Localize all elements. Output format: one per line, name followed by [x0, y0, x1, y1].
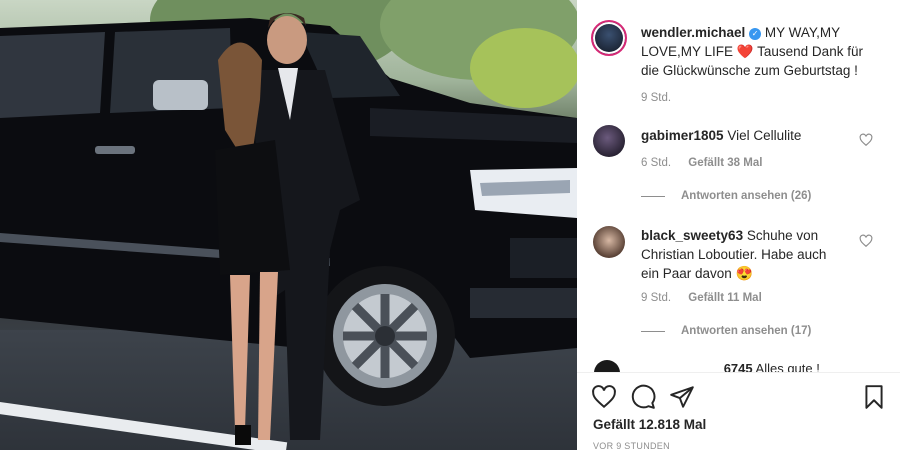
comment-2-username[interactable]: black_sweety63 [641, 228, 743, 243]
comment-2-time: 9 Std. [641, 292, 672, 304]
comment-1-view-replies[interactable]: Antworten ansehen (26) [641, 190, 811, 202]
commenter-avatar[interactable] [593, 226, 625, 258]
couple-figures [215, 13, 360, 445]
partial-comment-username[interactable]: ___6745 [702, 361, 753, 372]
heart-eyes-emoji: 😍 [735, 265, 754, 281]
commenter-avatar[interactable] [594, 360, 620, 372]
replies-divider-line [641, 330, 665, 332]
author-avatar[interactable] [591, 20, 627, 56]
replies-divider-line [641, 195, 665, 197]
speech-bubble-icon[interactable] [630, 384, 656, 410]
post-action-bar [577, 384, 900, 410]
comment-1-time: 6 Std. [641, 157, 672, 169]
verified-icon: ✓ [749, 28, 762, 40]
red-heart-emoji: ❤️ [736, 44, 754, 59]
post-like-count[interactable]: Gefällt 12.818 Mal [593, 417, 706, 432]
post-timestamp: VOR 9 STUNDEN [593, 441, 670, 450]
comment-2-replies-label[interactable]: Antworten ansehen (17) [681, 325, 811, 337]
comment-2-meta: 9 Std. Gefällt 11 Mal [641, 292, 776, 304]
paper-plane-icon[interactable] [669, 384, 695, 410]
post-time-label: 9 Std. [641, 92, 672, 104]
comment-1-meta: 6 Std. Gefällt 38 Mal [641, 157, 776, 169]
post-photo[interactable] [0, 0, 577, 450]
comment-1-username[interactable]: gabimer1805 [641, 128, 724, 143]
post-side-panel: wendler.michael ✓ MY WAY,MY LOVE,MY LIFE… [577, 0, 900, 450]
partial-comment-row: ___6745 Alles gute ! [594, 360, 894, 372]
comment-1: gabimer1805 Viel Cellulite [641, 126, 846, 145]
bookmark-icon[interactable] [861, 384, 887, 410]
comment-2: black_sweety63 Schuhe von Christian Lobo… [641, 226, 846, 283]
heart-outline-icon[interactable] [591, 384, 617, 410]
author-username[interactable]: wendler.michael [641, 25, 745, 40]
comment-1-likes[interactable]: Gefällt 38 Mal [688, 157, 762, 169]
comment-1-text: Viel Cellulite [727, 128, 802, 143]
comment-2-view-replies[interactable]: Antworten ansehen (17) [641, 325, 811, 337]
partial-comment-text: Alles gute ! [755, 361, 820, 372]
comment-2-heart-icon[interactable] [859, 234, 873, 248]
actions-divider [577, 372, 900, 373]
post-time: 9 Std. [641, 92, 685, 104]
comment-1-replies-label[interactable]: Antworten ansehen (26) [681, 190, 811, 202]
comment-2-likes[interactable]: Gefällt 11 Mal [688, 292, 762, 304]
post-caption: wendler.michael ✓ MY WAY,MY LOVE,MY LIFE… [641, 23, 881, 80]
comment-1-heart-icon[interactable] [859, 133, 873, 147]
commenter-avatar[interactable] [593, 125, 625, 157]
